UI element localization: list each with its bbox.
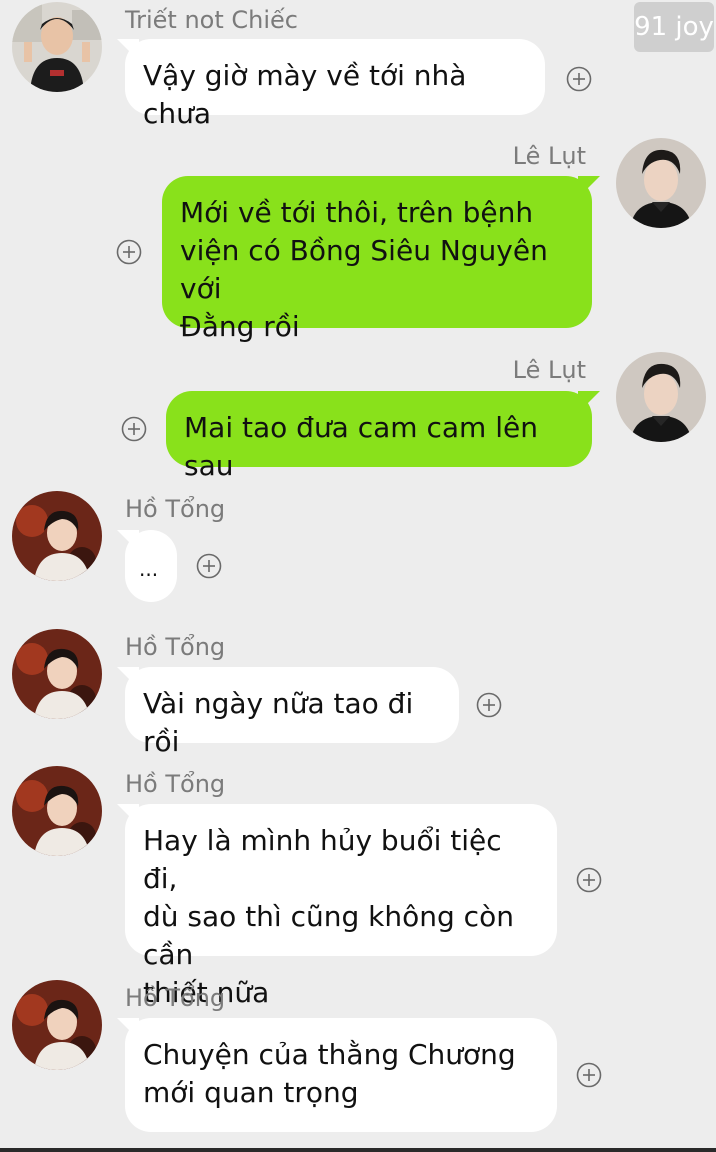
message-text: Vậy giờ mày về tới nhà chưa <box>143 59 467 130</box>
message-bubble[interactable]: Mai tao đưa cam cam lên sau <box>166 391 592 482</box>
add-reaction-icon[interactable] <box>576 867 602 893</box>
message-text: Mai tao đưa cam cam lên sau <box>184 411 538 482</box>
message-bubble[interactable]: ... <box>125 530 177 602</box>
message-bubble[interactable]: Vài ngày nữa tao đi rồi <box>125 667 459 758</box>
add-reaction-icon[interactable] <box>476 692 502 718</box>
message-row: Lê Lụt Mới về tới thôi, trên bệnh viện c… <box>0 138 716 343</box>
sender-name: Lê Lụt <box>512 356 586 384</box>
add-reaction-icon[interactable] <box>196 553 222 579</box>
avatar[interactable] <box>616 138 706 228</box>
message-row: Hồ Tổng Chuyện của thằng Chương mới quan… <box>0 980 716 1136</box>
message-text: Chuyện của thằng Chương mới quan trọng <box>143 1038 516 1109</box>
message-row: Hồ Tổng Vài ngày nữa tao đi rồi <box>0 629 716 758</box>
avatar[interactable] <box>12 2 102 92</box>
add-reaction-icon[interactable] <box>116 239 142 265</box>
message-text: Vài ngày nữa tao đi rồi <box>143 687 414 758</box>
avatar[interactable] <box>12 980 102 1070</box>
sender-name: Hồ Tổng <box>125 495 226 523</box>
message-text: ... <box>139 557 159 581</box>
avatar[interactable] <box>616 352 706 442</box>
message-bubble[interactable]: Hay là mình hủy buổi tiệc đi, dù sao thì… <box>125 804 557 1009</box>
avatar[interactable] <box>12 491 102 581</box>
message-row: Triết not Chiếc Vậy giờ mày về tới nhà c… <box>0 2 716 130</box>
sender-name: Hồ Tổng <box>125 633 226 661</box>
message-text: Mới về tới thôi, trên bệnh viện có Bồng … <box>180 196 548 343</box>
sender-name: Hồ Tổng <box>125 984 226 1012</box>
avatar[interactable] <box>12 629 102 719</box>
sender-name: Triết not Chiếc <box>125 6 299 34</box>
message-bubble[interactable]: Mới về tới thôi, trên bệnh viện có Bồng … <box>162 176 592 343</box>
add-reaction-icon[interactable] <box>566 66 592 92</box>
sender-name: Hồ Tổng <box>125 770 226 798</box>
message-row: Hồ Tổng ... <box>0 491 716 607</box>
message-row: Lê Lụt Mai tao đưa cam cam lên sau <box>0 352 716 482</box>
message-row: Hồ Tổng Hay là mình hủy buổi tiệc đi, dù… <box>0 766 716 1009</box>
message-bubble[interactable]: Chuyện của thằng Chương mới quan trọng <box>125 1018 557 1132</box>
message-bubble[interactable]: Vậy giờ mày về tới nhà chưa <box>125 39 545 130</box>
avatar[interactable] <box>12 766 102 856</box>
add-reaction-icon[interactable] <box>576 1062 602 1088</box>
bottom-divider <box>0 1148 716 1152</box>
add-reaction-icon[interactable] <box>121 416 147 442</box>
sender-name: Lê Lụt <box>512 142 586 170</box>
